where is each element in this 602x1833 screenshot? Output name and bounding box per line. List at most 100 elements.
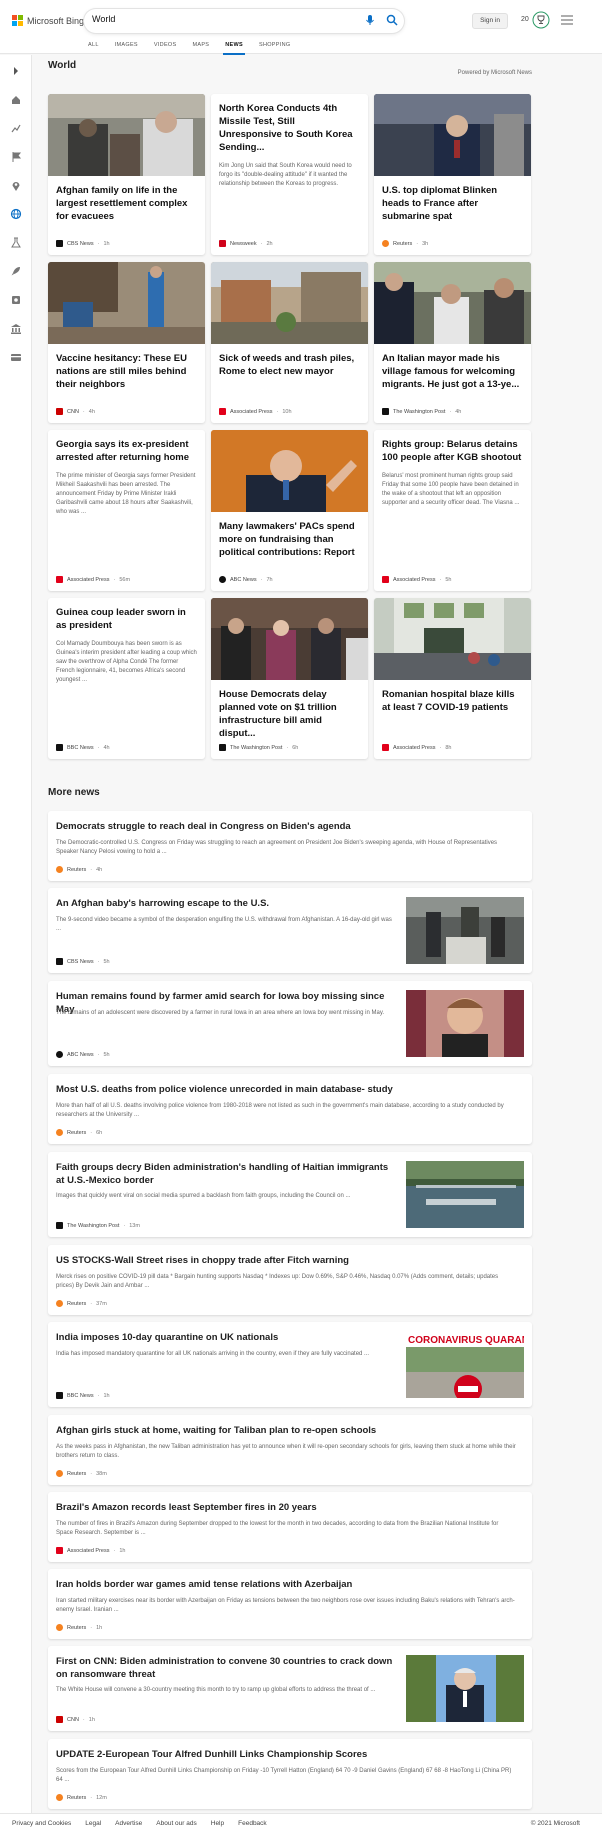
tab-videos[interactable]: VIDEOS (146, 38, 185, 52)
flag-icon[interactable] (10, 151, 22, 163)
source-name[interactable]: Associated Press (393, 577, 436, 583)
news-card[interactable]: Guinea coup leader sworn in as president… (48, 598, 205, 759)
more-news-item[interactable]: India imposes 10-day quarantine on UK na… (48, 1322, 532, 1407)
source-name[interactable]: Newsweek (230, 241, 257, 247)
more-news-item[interactable]: Afghan girls stuck at home, waiting for … (48, 1415, 532, 1485)
rewards-count[interactable]: 20 (521, 16, 529, 23)
story-title[interactable]: US STOCKS-Wall Street rises in choppy tr… (56, 1254, 516, 1267)
story-title[interactable]: House Democrats delay planned vote on $1… (211, 680, 368, 740)
story-title[interactable]: Afghan girls stuck at home, waiting for … (56, 1424, 516, 1437)
news-card[interactable]: An Italian mayor made his village famous… (374, 262, 531, 423)
news-card[interactable]: Many lawmakers' PACs spend more on fundr… (211, 430, 368, 591)
source-name[interactable]: CNN (67, 409, 79, 415)
story-title[interactable]: Vaccine hesitancy: These EU nations are … (48, 344, 205, 391)
source-name[interactable]: Associated Press (393, 745, 436, 751)
trending-icon[interactable] (10, 122, 22, 134)
story-title[interactable]: An Italian mayor made his village famous… (374, 344, 531, 391)
more-news-item[interactable]: US STOCKS-Wall Street rises in choppy tr… (48, 1245, 532, 1315)
search-box[interactable] (84, 9, 404, 33)
news-card[interactable]: U.S. top diplomat Blinken heads to Franc… (374, 94, 531, 255)
source-name[interactable]: Associated Press (67, 577, 110, 583)
story-title[interactable]: Rights group: Belarus detains 100 people… (374, 430, 531, 464)
news-card[interactable]: Georgia says its ex-president arrested a… (48, 430, 205, 591)
news-card[interactable]: House Democrats delay planned vote on $1… (211, 598, 368, 759)
source-name[interactable]: Associated Press (230, 409, 273, 415)
source-name[interactable]: ABC News (230, 577, 257, 583)
source-name[interactable]: CBS News (67, 959, 94, 965)
tab-images[interactable]: IMAGES (107, 38, 146, 52)
news-card[interactable]: Rights group: Belarus detains 100 people… (374, 430, 531, 591)
globe-icon[interactable] (10, 208, 22, 220)
source-name[interactable]: Reuters (393, 241, 412, 247)
more-news-item[interactable]: An Afghan baby's harrowing escape to the… (48, 888, 532, 973)
rewards-trophy-icon[interactable] (532, 11, 550, 29)
expand-icon[interactable] (10, 65, 22, 77)
news-card[interactable]: Afghan family on life in the largest res… (48, 94, 205, 255)
more-news-item[interactable]: First on CNN: Biden administration to co… (48, 1646, 532, 1731)
more-news-item[interactable]: Iran holds border war games amid tense r… (48, 1569, 532, 1639)
entertainment-icon[interactable] (10, 294, 22, 306)
source-name[interactable]: The Washington Post (67, 1223, 119, 1229)
source-name[interactable]: The Washington Post (230, 745, 282, 751)
tab-maps[interactable]: MAPS (184, 38, 217, 52)
news-card[interactable]: Vaccine hesitancy: These EU nations are … (48, 262, 205, 423)
footer-link-about-ads[interactable]: About our ads (156, 1820, 196, 1827)
tab-shopping[interactable]: SHOPPING (251, 38, 298, 52)
bing-logo[interactable]: Microsoft Bing (12, 15, 84, 26)
science-icon[interactable] (10, 237, 22, 249)
more-news-item[interactable]: Democrats struggle to reach deal in Cong… (48, 811, 532, 881)
pin-icon[interactable] (10, 180, 22, 192)
source-name[interactable]: Reuters (67, 1471, 86, 1477)
source-name[interactable]: BBC News (67, 1393, 94, 1399)
source-name[interactable]: Reuters (67, 1625, 86, 1631)
more-news-item[interactable]: Most U.S. deaths from police violence un… (48, 1074, 532, 1144)
search-icon[interactable] (386, 14, 398, 26)
story-title[interactable]: UPDATE 2-European Tour Alfred Dunhill Li… (56, 1748, 516, 1761)
card-icon[interactable] (10, 351, 22, 363)
story-title[interactable]: Democrats struggle to reach deal in Cong… (56, 820, 516, 833)
news-card[interactable]: Sick of weeds and trash piles, Rome to e… (211, 262, 368, 423)
story-title[interactable]: India imposes 10-day quarantine on UK na… (56, 1331, 396, 1344)
microphone-icon[interactable] (364, 14, 376, 26)
story-title[interactable]: Brazil's Amazon records least September … (56, 1501, 516, 1514)
hamburger-menu-icon[interactable] (560, 14, 574, 26)
news-card[interactable]: Romanian hospital blaze kills at least 7… (374, 598, 531, 759)
search-input[interactable] (92, 14, 362, 24)
story-title[interactable]: Iran holds border war games amid tense r… (56, 1578, 516, 1591)
source-name[interactable]: Reuters (67, 1795, 86, 1801)
source-name[interactable]: ABC News (67, 1052, 94, 1058)
story-title[interactable]: Most U.S. deaths from police violence un… (56, 1083, 516, 1096)
source-name[interactable]: Reuters (67, 1130, 86, 1136)
footer-link-privacy[interactable]: Privacy and Cookies (12, 1820, 71, 1827)
more-news-item[interactable]: Human remains found by farmer amid searc… (48, 981, 532, 1066)
source-name[interactable]: Reuters (67, 1301, 86, 1307)
more-news-item[interactable]: UPDATE 2-European Tour Alfred Dunhill Li… (48, 1739, 532, 1809)
story-title[interactable]: U.S. top diplomat Blinken heads to Franc… (374, 176, 531, 223)
story-title[interactable]: Georgia says its ex-president arrested a… (48, 430, 205, 464)
tab-all[interactable]: ALL (80, 38, 107, 52)
story-title[interactable]: Sick of weeds and trash piles, Rome to e… (211, 344, 368, 378)
story-title[interactable]: Faith groups decry Biden administration'… (56, 1161, 396, 1187)
rocket-icon[interactable] (10, 265, 22, 277)
story-title[interactable]: North Korea Conducts 4th Missile Test, S… (211, 94, 368, 154)
footer-link-advertise[interactable]: Advertise (115, 1820, 142, 1827)
tab-news[interactable]: NEWS (217, 38, 251, 55)
footer-link-feedback[interactable]: Feedback (238, 1820, 267, 1827)
bank-icon[interactable] (10, 323, 22, 335)
home-icon[interactable] (10, 94, 22, 106)
source-name[interactable]: CBS News (67, 241, 94, 247)
source-name[interactable]: Associated Press (67, 1548, 110, 1554)
footer-link-help[interactable]: Help (211, 1820, 224, 1827)
source-name[interactable]: The Washington Post (393, 409, 445, 415)
more-news-item[interactable]: Brazil's Amazon records least September … (48, 1492, 532, 1562)
source-name[interactable]: BBC News (67, 745, 94, 751)
story-title[interactable]: Romanian hospital blaze kills at least 7… (374, 680, 531, 714)
news-card[interactable]: North Korea Conducts 4th Missile Test, S… (211, 94, 368, 255)
sign-in-button[interactable]: Sign in (472, 13, 508, 29)
story-title[interactable]: First on CNN: Biden administration to co… (56, 1655, 396, 1681)
story-title[interactable]: An Afghan baby's harrowing escape to the… (56, 897, 396, 910)
footer-link-legal[interactable]: Legal (85, 1820, 101, 1827)
story-title[interactable]: Many lawmakers' PACs spend more on fundr… (211, 512, 368, 559)
source-name[interactable]: CNN (67, 1717, 79, 1723)
source-name[interactable]: Reuters (67, 867, 86, 873)
